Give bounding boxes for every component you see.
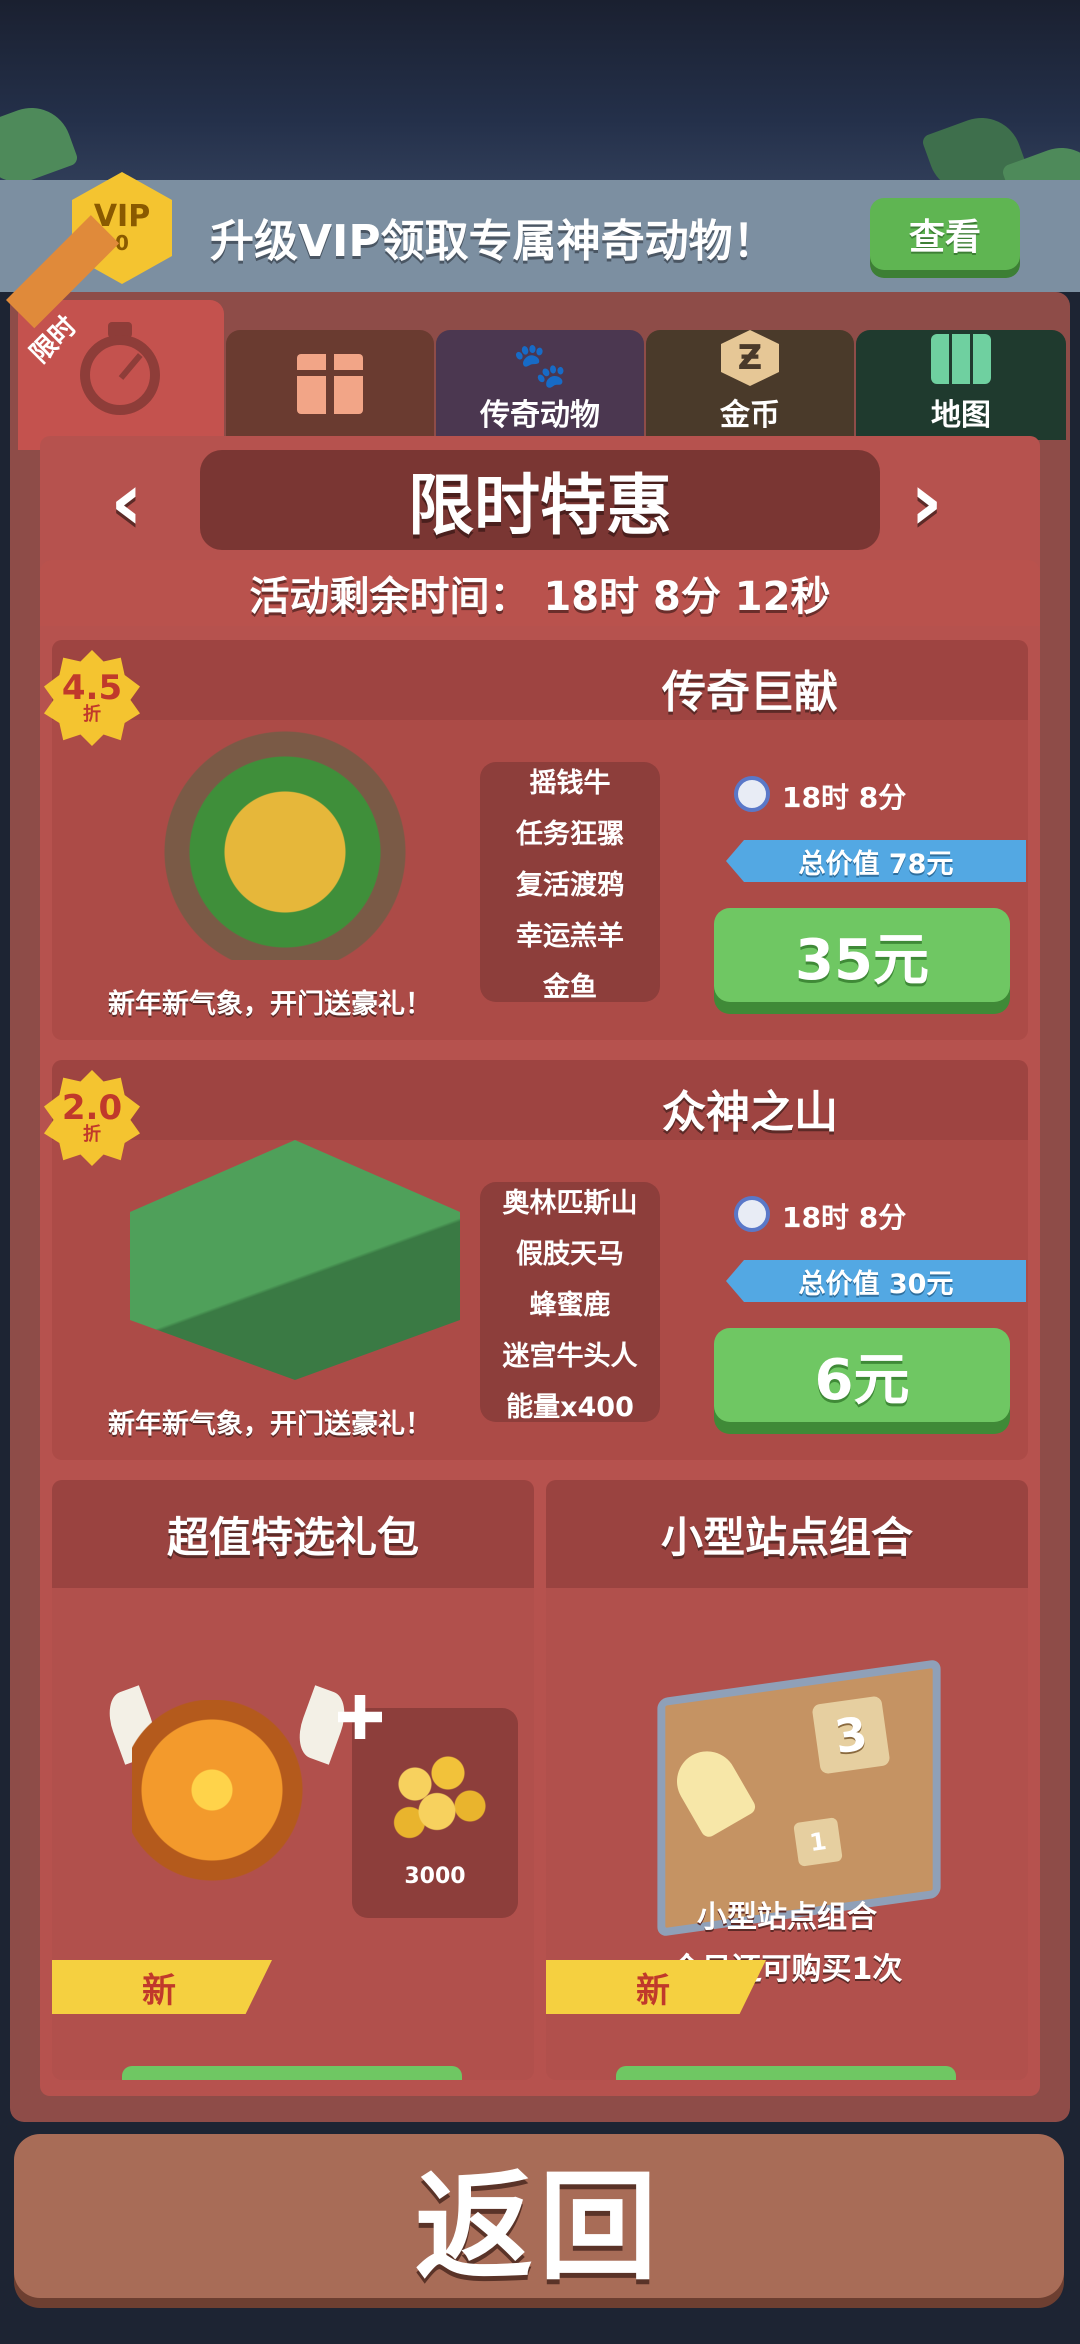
deal-time-left: 18时 8分 — [782, 1201, 907, 1234]
deal-card-header — [52, 1060, 1028, 1140]
prev-arrow-button[interactable]: ‹ — [110, 462, 143, 542]
pack-buy-button[interactable] — [122, 2066, 462, 2080]
tab-label: 地图 — [931, 398, 991, 433]
pack-caption: 小型站点组合 — [697, 1900, 877, 1935]
deal-item: 能量x400 — [506, 1391, 634, 1423]
view-vip-button[interactable]: 查看 — [870, 198, 1020, 270]
clock-icon — [734, 776, 770, 812]
tab-label: 传奇动物 — [480, 398, 600, 433]
deal-item: 摇钱牛 — [529, 767, 611, 799]
clock-icon — [734, 1196, 770, 1232]
discount-value: 2.0 — [61, 1088, 123, 1128]
gift-icon — [297, 354, 363, 414]
deal-contents-list: 奥林匹斯山 假肢天马 蜂蜜鹿 迷宫牛头人 能量x400 — [480, 1182, 660, 1423]
event-countdown: 活动剩余时间： 18时 8分 12秒 — [40, 560, 1040, 626]
deal-item: 幸运羔羊 — [516, 920, 624, 952]
tab-legendary-animals[interactable]: 🐾 传奇动物 — [436, 330, 644, 440]
pack-title: 超值特选礼包 — [52, 1480, 534, 1588]
paw-icon: 🐾 — [512, 340, 568, 391]
vip-promo-text: 升级VIP领取专属神奇动物！ — [210, 216, 777, 267]
map-icon — [931, 334, 991, 384]
deal-item: 奥林匹斯山 — [502, 1187, 638, 1219]
deal-title: 传奇巨献 — [662, 667, 838, 718]
small-station-pack-card[interactable]: 小型站点组合 3 1 小型站点组合 今日还可购买1次 新 — [546, 1480, 1028, 2080]
new-tag: 新 — [52, 1960, 272, 2014]
deal-slogan: 新年新气象，开门送豪礼！ — [108, 989, 432, 1020]
buy-price-button[interactable]: 6元 — [714, 1328, 1010, 1422]
back-button[interactable]: 返回 — [14, 2134, 1064, 2298]
buy-price-button[interactable]: 35元 — [714, 908, 1010, 1002]
discount-value: 4.5 — [61, 668, 123, 708]
page-title: 限时特惠 — [200, 450, 880, 550]
pack-buy-button[interactable] — [616, 2066, 956, 2080]
deal-slogan: 新年新气象，开门送豪礼！ — [108, 1409, 432, 1440]
deal-time-left: 18时 8分 — [782, 781, 907, 814]
pack-title: 小型站点组合 — [546, 1480, 1028, 1588]
deal-total-value: 总价值 78元 — [726, 840, 1026, 882]
deal-total-value: 总价值 30元 — [726, 1260, 1026, 1302]
deal-title: 众神之山 — [662, 1087, 838, 1138]
next-arrow-button[interactable]: › — [910, 462, 943, 542]
deal-contents-list: 摇钱牛 任务狂骡 复活渡鸦 幸运羔羊 金鱼 — [480, 762, 660, 1003]
tab-coins[interactable]: Ƶ 金币 — [646, 330, 854, 440]
deal-item: 假肢天马 — [516, 1238, 624, 1270]
legendary-animals-artwork — [120, 720, 450, 960]
coin-icon: Ƶ — [721, 330, 779, 386]
tab-gift[interactable] — [226, 330, 434, 440]
night-sky-background — [0, 0, 1080, 200]
tab-maps[interactable]: 地图 — [856, 330, 1066, 440]
discount-unit: 折 — [83, 1124, 101, 1145]
pumpkin-creature-artwork — [132, 1700, 332, 1900]
station-number-small: 1 — [793, 1817, 843, 1867]
deal-item: 复活渡鸦 — [516, 869, 624, 901]
deal-card-header — [52, 640, 1028, 720]
discount-unit: 折 — [83, 704, 101, 725]
deal-item: 迷宫牛头人 — [502, 1340, 638, 1372]
value-pack-card[interactable]: 超值特选礼包 3000 新 — [52, 1480, 534, 2080]
deal-item: 任务狂骡 — [516, 818, 624, 850]
deal-item: 金鱼 — [543, 971, 597, 1003]
new-tag: 新 — [546, 1960, 766, 2014]
station-number-large: 3 — [811, 1695, 891, 1775]
coin-pile-icon — [382, 1740, 492, 1850]
deal-item: 蜂蜜鹿 — [529, 1289, 611, 1321]
bonus-coin-amount: 3000 — [404, 1864, 466, 1889]
tab-label: 金币 — [720, 398, 780, 433]
